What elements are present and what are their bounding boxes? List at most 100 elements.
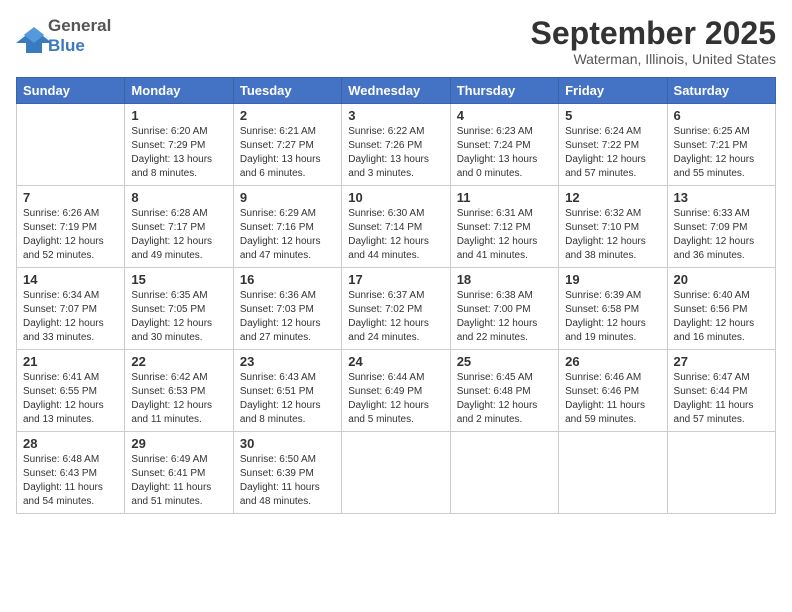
- page-header: General Blue September 2025 Waterman, Il…: [16, 16, 776, 67]
- page-subtitle: Waterman, Illinois, United States: [531, 51, 776, 67]
- day-number: 26: [565, 354, 660, 369]
- day-info: Sunrise: 6:46 AM Sunset: 6:46 PM Dayligh…: [565, 371, 660, 427]
- day-info: Sunrise: 6:26 AM Sunset: 7:19 PM Dayligh…: [23, 207, 118, 263]
- day-number: 25: [457, 354, 552, 369]
- day-info: Sunrise: 6:30 AM Sunset: 7:14 PM Dayligh…: [348, 207, 443, 263]
- day-number: 10: [348, 190, 443, 205]
- cell-w5-d5: [450, 432, 558, 514]
- day-number: 22: [131, 354, 226, 369]
- day-info: Sunrise: 6:23 AM Sunset: 7:24 PM Dayligh…: [457, 125, 552, 181]
- cell-w1-d5: 4 Sunrise: 6:23 AM Sunset: 7:24 PM Daylig…: [450, 104, 558, 186]
- day-number: 2: [240, 108, 335, 123]
- cell-w3-d6: 19Sunrise: 6:39 AM Sunset: 6:58 PM Dayli…: [559, 268, 667, 350]
- day-number: 27: [674, 354, 769, 369]
- day-number: 16: [240, 272, 335, 287]
- day-info: Sunrise: 6:25 AM Sunset: 7:21 PM Dayligh…: [674, 125, 769, 181]
- day-info: Sunrise: 6:39 AM Sunset: 6:58 PM Dayligh…: [565, 289, 660, 345]
- col-wednesday: Wednesday: [342, 78, 450, 104]
- day-number: 7: [23, 190, 118, 205]
- day-info: Sunrise: 6:40 AM Sunset: 6:56 PM Dayligh…: [674, 289, 769, 345]
- day-info: Sunrise: 6:49 AM Sunset: 6:41 PM Dayligh…: [131, 453, 226, 509]
- day-info: Sunrise: 6:21 AM Sunset: 7:27 PM Dayligh…: [240, 125, 335, 181]
- cell-w1-d2: 1 Sunrise: 6:20 AM Sunset: 7:29 PM Daylig…: [125, 104, 233, 186]
- day-number: 30: [240, 436, 335, 451]
- cell-w2-d4: 10 Sunrise: 6:30 AM Sunset: 7:14 PM Dayli…: [342, 186, 450, 268]
- cell-w2-d3: 9 Sunrise: 6:29 AM Sunset: 7:16 PM Daylig…: [233, 186, 341, 268]
- cell-w1-d3: 2 Sunrise: 6:21 AM Sunset: 7:27 PM Daylig…: [233, 104, 341, 186]
- cell-w5-d4: [342, 432, 450, 514]
- cell-w1-d4: 3 Sunrise: 6:22 AM Sunset: 7:26 PM Daylig…: [342, 104, 450, 186]
- calendar-table: Sunday Monday Tuesday Wednesday Thursday…: [16, 77, 776, 514]
- page-title: September 2025: [531, 16, 776, 51]
- cell-w1-d6: 5 Sunrise: 6:24 AM Sunset: 7:22 PM Daylig…: [559, 104, 667, 186]
- day-number: 6: [674, 108, 769, 123]
- day-info: Sunrise: 6:24 AM Sunset: 7:22 PM Dayligh…: [565, 125, 660, 181]
- cell-w5-d6: [559, 432, 667, 514]
- week-row-1: 1 Sunrise: 6:20 AM Sunset: 7:29 PM Daylig…: [17, 104, 776, 186]
- day-info: Sunrise: 6:32 AM Sunset: 7:10 PM Dayligh…: [565, 207, 660, 263]
- day-number: 11: [457, 190, 552, 205]
- cell-w2-d5: 11Sunrise: 6:31 AM Sunset: 7:12 PM Dayli…: [450, 186, 558, 268]
- day-info: Sunrise: 6:50 AM Sunset: 6:39 PM Dayligh…: [240, 453, 335, 509]
- cell-w4-d6: 26 Sunrise: 6:46 AM Sunset: 6:46 PM Dayli…: [559, 350, 667, 432]
- cell-w4-d2: 22 Sunrise: 6:42 AM Sunset: 6:53 PM Dayli…: [125, 350, 233, 432]
- day-info: Sunrise: 6:34 AM Sunset: 7:07 PM Dayligh…: [23, 289, 118, 345]
- week-row-3: 14 Sunrise: 6:34 AM Sunset: 7:07 PM Dayli…: [17, 268, 776, 350]
- day-info: Sunrise: 6:29 AM Sunset: 7:16 PM Dayligh…: [240, 207, 335, 263]
- day-info: Sunrise: 6:42 AM Sunset: 6:53 PM Dayligh…: [131, 371, 226, 427]
- col-thursday: Thursday: [450, 78, 558, 104]
- day-number: 23: [240, 354, 335, 369]
- cell-w4-d1: 21 Sunrise: 6:41 AM Sunset: 6:55 PM Dayli…: [17, 350, 125, 432]
- day-number: 28: [23, 436, 118, 451]
- day-number: 15: [131, 272, 226, 287]
- day-number: 3: [348, 108, 443, 123]
- day-number: 17: [348, 272, 443, 287]
- day-info: Sunrise: 6:41 AM Sunset: 6:55 PM Dayligh…: [23, 371, 118, 427]
- cell-w5-d2: 29 Sunrise: 6:49 AM Sunset: 6:41 PM Dayli…: [125, 432, 233, 514]
- day-info: Sunrise: 6:43 AM Sunset: 6:51 PM Dayligh…: [240, 371, 335, 427]
- cell-w1-d1: [17, 104, 125, 186]
- day-number: 29: [131, 436, 226, 451]
- cell-w4-d3: 23 Sunrise: 6:43 AM Sunset: 6:51 PM Dayli…: [233, 350, 341, 432]
- cell-w4-d5: 25Sunrise: 6:45 AM Sunset: 6:48 PM Dayli…: [450, 350, 558, 432]
- col-tuesday: Tuesday: [233, 78, 341, 104]
- cell-w3-d7: 20Sunrise: 6:40 AM Sunset: 6:56 PM Dayli…: [667, 268, 775, 350]
- week-row-5: 28 Sunrise: 6:48 AM Sunset: 6:43 PM Dayli…: [17, 432, 776, 514]
- cell-w5-d3: 30 Sunrise: 6:50 AM Sunset: 6:39 PM Dayli…: [233, 432, 341, 514]
- day-number: 9: [240, 190, 335, 205]
- day-info: Sunrise: 6:44 AM Sunset: 6:49 PM Dayligh…: [348, 371, 443, 427]
- day-info: Sunrise: 6:48 AM Sunset: 6:43 PM Dayligh…: [23, 453, 118, 509]
- cell-w5-d1: 28 Sunrise: 6:48 AM Sunset: 6:43 PM Dayli…: [17, 432, 125, 514]
- cell-w5-d7: [667, 432, 775, 514]
- day-info: Sunrise: 6:47 AM Sunset: 6:44 PM Dayligh…: [674, 371, 769, 427]
- day-number: 8: [131, 190, 226, 205]
- cell-w2-d6: 12 Sunrise: 6:32 AM Sunset: 7:10 PM Dayli…: [559, 186, 667, 268]
- col-sunday: Sunday: [17, 78, 125, 104]
- day-number: 1: [131, 108, 226, 123]
- day-number: 12: [565, 190, 660, 205]
- day-info: Sunrise: 6:22 AM Sunset: 7:26 PM Dayligh…: [348, 125, 443, 181]
- day-number: 21: [23, 354, 118, 369]
- day-number: 4: [457, 108, 552, 123]
- calendar-header-row: Sunday Monday Tuesday Wednesday Thursday…: [17, 78, 776, 104]
- title-group: September 2025 Waterman, Illinois, Unite…: [531, 16, 776, 67]
- day-info: Sunrise: 6:36 AM Sunset: 7:03 PM Dayligh…: [240, 289, 335, 345]
- col-saturday: Saturday: [667, 78, 775, 104]
- day-info: Sunrise: 6:37 AM Sunset: 7:02 PM Dayligh…: [348, 289, 443, 345]
- cell-w3-d1: 14 Sunrise: 6:34 AM Sunset: 7:07 PM Dayli…: [17, 268, 125, 350]
- day-number: 5: [565, 108, 660, 123]
- cell-w3-d2: 15Sunrise: 6:35 AM Sunset: 7:05 PM Dayli…: [125, 268, 233, 350]
- day-number: 18: [457, 272, 552, 287]
- logo-icon: [16, 25, 44, 47]
- cell-w3-d4: 17 Sunrise: 6:37 AM Sunset: 7:02 PM Dayli…: [342, 268, 450, 350]
- day-info: Sunrise: 6:20 AM Sunset: 7:29 PM Dayligh…: [131, 125, 226, 181]
- day-info: Sunrise: 6:33 AM Sunset: 7:09 PM Dayligh…: [674, 207, 769, 263]
- cell-w3-d3: 16 Sunrise: 6:36 AM Sunset: 7:03 PM Dayli…: [233, 268, 341, 350]
- week-row-2: 7 Sunrise: 6:26 AM Sunset: 7:19 PM Daylig…: [17, 186, 776, 268]
- day-number: 14: [23, 272, 118, 287]
- day-info: Sunrise: 6:38 AM Sunset: 7:00 PM Dayligh…: [457, 289, 552, 345]
- day-number: 24: [348, 354, 443, 369]
- cell-w2-d1: 7 Sunrise: 6:26 AM Sunset: 7:19 PM Daylig…: [17, 186, 125, 268]
- cell-w1-d7: 6 Sunrise: 6:25 AM Sunset: 7:21 PM Daylig…: [667, 104, 775, 186]
- logo: General Blue: [16, 16, 111, 56]
